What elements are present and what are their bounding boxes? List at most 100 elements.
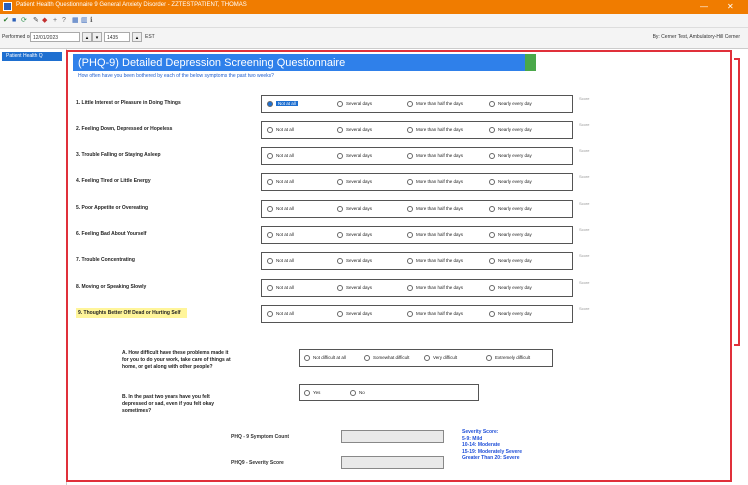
difficulty-option-3[interactable]: Very difficult	[424, 355, 457, 361]
radio-button-icon[interactable]	[489, 127, 495, 133]
option-1-3[interactable]: More than half the days	[407, 101, 463, 107]
nav-tab-phq[interactable]: Patient Health Q	[2, 52, 62, 61]
radio-button-icon[interactable]	[407, 127, 413, 133]
option-3-3[interactable]: More than half the days	[407, 153, 463, 159]
radio-button-icon[interactable]	[304, 390, 310, 396]
info-icon[interactable]: ℹ	[90, 16, 93, 25]
option-1-1[interactable]: Not at all	[267, 101, 298, 107]
option-2-2[interactable]: Several days	[337, 127, 372, 133]
radio-button-icon[interactable]	[337, 127, 343, 133]
option-5-4[interactable]: Nearly every day	[489, 206, 532, 212]
radio-button-icon[interactable]	[337, 179, 343, 185]
difficulty-option-4[interactable]: Extremely difficult	[486, 355, 530, 361]
add-icon[interactable]: +	[53, 16, 57, 25]
radio-button-icon[interactable]	[267, 285, 273, 291]
radio-button-icon[interactable]	[489, 285, 495, 291]
depressed-option-1[interactable]: Yes	[304, 390, 320, 396]
option-2-4[interactable]: Nearly every day	[489, 127, 532, 133]
refresh-icon[interactable]: ⟳	[21, 16, 27, 25]
option-6-1[interactable]: Not at all	[267, 232, 294, 238]
option-1-2[interactable]: Several days	[337, 101, 372, 107]
radio-button-icon[interactable]	[489, 179, 495, 185]
radio-button-icon[interactable]	[337, 206, 343, 212]
radio-button-icon[interactable]	[407, 311, 413, 317]
option-8-4[interactable]: Nearly every day	[489, 285, 532, 291]
option-7-1[interactable]: Not at all	[267, 258, 294, 264]
option-9-3[interactable]: More than half the days	[407, 311, 463, 317]
radio-button-icon[interactable]	[489, 206, 495, 212]
radio-button-icon[interactable]	[337, 285, 343, 291]
close-button[interactable]: ✕	[727, 1, 734, 13]
radio-button-icon[interactable]	[337, 232, 343, 238]
radio-button-icon[interactable]	[486, 355, 492, 361]
option-8-1[interactable]: Not at all	[267, 285, 294, 291]
vertical-scrollbar[interactable]	[734, 58, 740, 346]
radio-button-icon[interactable]	[337, 258, 343, 264]
radio-button-icon[interactable]	[407, 206, 413, 212]
radio-button-icon[interactable]	[267, 232, 273, 238]
option-6-3[interactable]: More than half the days	[407, 232, 463, 238]
difficulty-option-1[interactable]: Not difficult at all	[304, 355, 346, 361]
radio-button-icon[interactable]	[267, 206, 273, 212]
help-icon[interactable]: ?	[62, 16, 66, 25]
radio-button-icon[interactable]	[304, 355, 310, 361]
option-7-2[interactable]: Several days	[337, 258, 372, 264]
option-9-2[interactable]: Several days	[337, 311, 372, 317]
radio-button-icon[interactable]	[407, 101, 413, 107]
edit-icon[interactable]: ✎	[33, 16, 39, 25]
option-5-1[interactable]: Not at all	[267, 206, 294, 212]
radio-button-icon[interactable]	[267, 179, 273, 185]
radio-button-icon[interactable]	[489, 258, 495, 264]
option-2-3[interactable]: More than half the days	[407, 127, 463, 133]
radio-button-icon[interactable]	[489, 153, 495, 159]
option-1-4[interactable]: Nearly every day	[489, 101, 532, 107]
option-4-2[interactable]: Several days	[337, 179, 372, 185]
radio-button-icon[interactable]	[489, 232, 495, 238]
calendar-icon[interactable]: ▾	[92, 32, 102, 42]
grid-icon[interactable]: ▦	[72, 16, 79, 25]
option-9-1[interactable]: Not at all	[267, 311, 294, 317]
option-8-2[interactable]: Several days	[337, 285, 372, 291]
option-4-1[interactable]: Not at all	[267, 179, 294, 185]
radio-button-icon[interactable]	[364, 355, 370, 361]
option-6-2[interactable]: Several days	[337, 232, 372, 238]
radio-button-icon[interactable]	[407, 258, 413, 264]
radio-button-icon[interactable]	[267, 258, 273, 264]
radio-button-icon[interactable]	[267, 311, 273, 317]
time-field[interactable]: 1435	[104, 32, 130, 42]
time-spinner[interactable]: ▴	[132, 32, 142, 42]
radio-button-icon[interactable]	[407, 232, 413, 238]
option-3-2[interactable]: Several days	[337, 153, 372, 159]
radio-button-icon[interactable]	[337, 153, 343, 159]
option-3-4[interactable]: Nearly every day	[489, 153, 532, 159]
radio-button-icon[interactable]	[267, 127, 273, 133]
radio-button-icon[interactable]	[337, 311, 343, 317]
option-7-4[interactable]: Nearly every day	[489, 258, 532, 264]
date-field[interactable]: 12/01/2023	[30, 32, 80, 42]
radio-button-icon[interactable]	[489, 101, 495, 107]
option-4-3[interactable]: More than half the days	[407, 179, 463, 185]
radio-button-icon[interactable]	[267, 101, 273, 107]
split-icon[interactable]: ▥	[81, 16, 88, 25]
option-5-3[interactable]: More than half the days	[407, 206, 463, 212]
option-4-4[interactable]: Nearly every day	[489, 179, 532, 185]
checkmark-icon[interactable]: ✔	[3, 16, 9, 25]
depressed-option-2[interactable]: No	[350, 390, 365, 396]
radio-button-icon[interactable]	[424, 355, 430, 361]
radio-button-icon[interactable]	[337, 101, 343, 107]
radio-button-icon[interactable]	[267, 153, 273, 159]
radio-button-icon[interactable]	[407, 285, 413, 291]
radio-button-icon[interactable]	[407, 179, 413, 185]
option-8-3[interactable]: More than half the days	[407, 285, 463, 291]
option-3-1[interactable]: Not at all	[267, 153, 294, 159]
save-icon[interactable]: ■	[12, 16, 16, 25]
option-9-4[interactable]: Nearly every day	[489, 311, 532, 317]
option-7-3[interactable]: More than half the days	[407, 258, 463, 264]
print-icon[interactable]: ◆	[42, 16, 47, 25]
difficulty-option-2[interactable]: Somewhat difficult	[364, 355, 409, 361]
radio-button-icon[interactable]	[489, 311, 495, 317]
date-spinner[interactable]: ▴	[82, 32, 92, 42]
radio-button-icon[interactable]	[350, 390, 356, 396]
minimize-button[interactable]: —	[700, 1, 708, 13]
option-6-4[interactable]: Nearly every day	[489, 232, 532, 238]
